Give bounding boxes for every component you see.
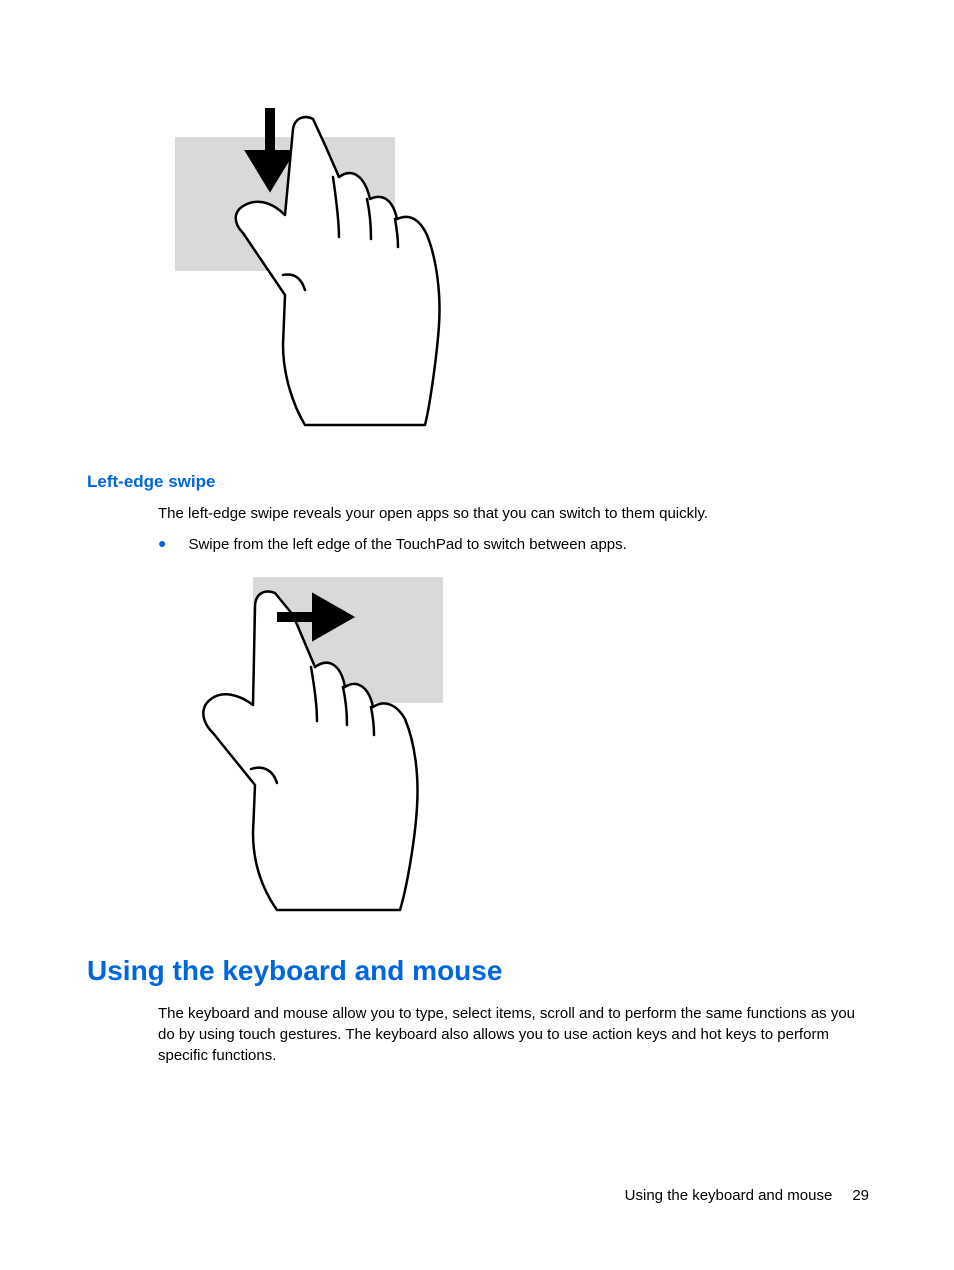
- heading-left-edge-swipe: Left-edge swipe: [87, 472, 215, 492]
- left-edge-bullet-text: Swipe from the left edge of the TouchPad…: [188, 534, 869, 555]
- keyboard-mouse-intro-text: The keyboard and mouse allow you to type…: [158, 1003, 869, 1066]
- page-footer: Using the keyboard and mouse 29: [625, 1187, 869, 1204]
- left-edge-intro-text: The left-edge swipe reveals your open ap…: [158, 503, 869, 524]
- top-edge-swipe-illustration: [165, 105, 465, 435]
- left-edge-bullet-item: ● Swipe from the left edge of the TouchP…: [158, 534, 869, 555]
- heading-using-keyboard-mouse: Using the keyboard and mouse: [87, 955, 502, 987]
- bullet-icon: ●: [158, 534, 166, 554]
- footer-section-label: Using the keyboard and mouse: [625, 1187, 833, 1204]
- footer-page-number: 29: [852, 1187, 869, 1204]
- left-edge-swipe-illustration: [185, 575, 465, 915]
